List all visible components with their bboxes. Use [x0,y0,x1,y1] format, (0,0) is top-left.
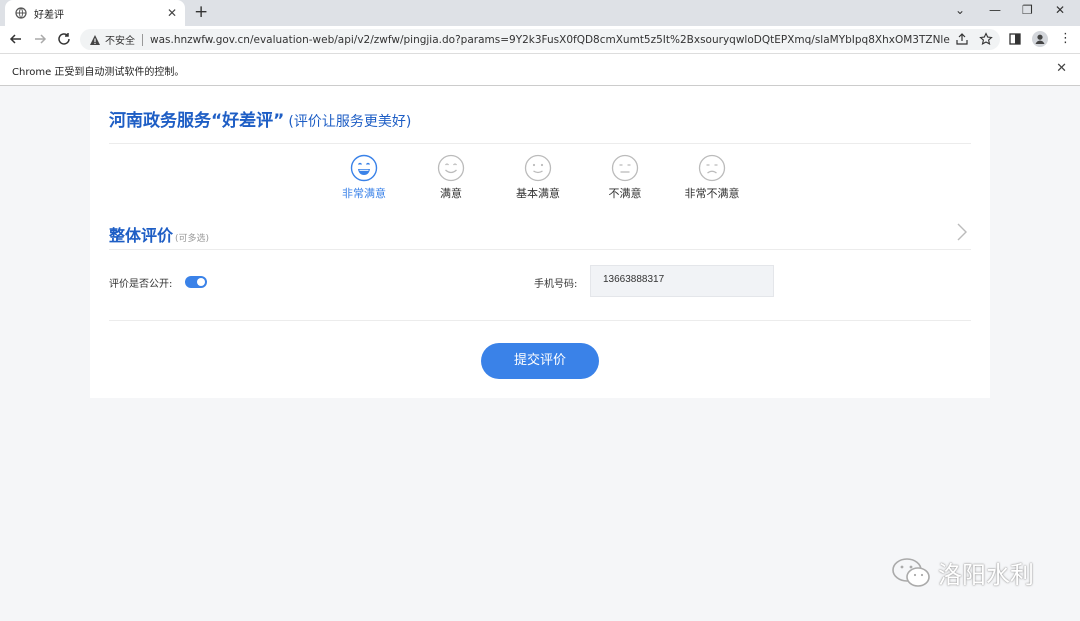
page-title: 河南政务服务“好差评” (评价让服务更美好) [109,106,411,131]
side-panel-icon[interactable] [1008,32,1022,46]
browser-toolbar: 不安全 was.hnzwfw.gov.cn/evaluation-web/api… [0,26,1080,53]
forward-icon[interactable] [32,31,48,47]
very-dissatisfied-face-icon [698,154,726,182]
profile-avatar-icon[interactable] [1032,31,1048,47]
rating-very-satisfied[interactable]: 非常满意 [319,154,409,201]
page-title-text: 河南政务服务“好差评” [109,111,285,131]
back-icon[interactable] [8,31,24,47]
restore-button[interactable]: ❐ [1022,3,1033,17]
omnibox-divider [142,33,143,46]
public-label: 评价是否公开: [109,279,173,290]
rating-dissatisfied[interactable]: 不满意 [580,154,670,201]
rating-label: 不满意 [608,187,642,200]
tab-search-icon[interactable]: ⌄ [955,3,965,17]
toggle-knob [197,278,205,286]
dissatisfied-face-icon [611,154,639,182]
new-tab-button[interactable]: + [194,2,208,22]
rating-very-dissatisfied[interactable]: 非常不满意 [667,154,757,201]
security-label: 不安全 [105,36,135,47]
evaluation-card: 河南政务服务“好差评” (评价让服务更美好) 非常满意 满意 基本满意 不满意 非… [90,86,990,398]
submit-button[interactable]: 提交评价 [481,343,599,379]
url-text[interactable]: was.hnzwfw.gov.cn/evaluation-web/api/v2/… [150,34,950,46]
rating-basic-satisfied[interactable]: 基本满意 [493,154,583,201]
browser-tab[interactable]: 好差评 ✕ [5,0,185,26]
infobar-message: Chrome 正受到自动测试软件的控制。 [12,67,185,78]
close-window-button[interactable]: ✕ [1055,3,1065,17]
very-satisfied-face-icon [350,154,378,182]
page-subtitle: (评价让服务更美好) [288,114,412,130]
address-bar[interactable]: 不安全 was.hnzwfw.gov.cn/evaluation-web/api… [80,29,1000,50]
rating-label: 非常满意 [342,187,386,200]
chevron-right-icon[interactable] [956,223,968,241]
more-menu-icon[interactable]: ⋮ [1059,31,1072,46]
warning-icon [90,34,100,45]
minimize-button[interactable]: — [989,3,1001,17]
rating-label: 满意 [440,187,462,200]
rating-satisfied[interactable]: 满意 [406,154,496,201]
wechat-icon [892,557,930,587]
section-hint: (可多选) [175,234,210,244]
reload-icon[interactable] [56,31,72,47]
share-icon[interactable] [955,32,969,46]
globe-icon [15,7,27,19]
close-tab-icon[interactable]: ✕ [167,6,177,20]
tab-title: 好差评 [34,9,64,21]
section-title-text: 整体评价 [109,226,174,245]
watermark-text: 洛阳水利 [938,561,1034,589]
watermark: 洛阳水利 [890,555,1034,590]
tab-strip: 好差评 ✕ + ⌄ — ❐ ✕ [0,0,1080,26]
divider [109,320,971,321]
section-title: 整体评价 (可多选) [109,222,209,246]
phone-input[interactable]: 13663888317 [590,265,774,297]
phone-label: 手机号码: [534,279,578,290]
rating-label: 非常不满意 [684,187,740,200]
bookmark-star-icon[interactable] [979,32,993,46]
satisfied-face-icon [437,154,465,182]
divider [109,143,971,144]
divider [109,249,971,250]
public-toggle[interactable] [185,276,207,288]
automation-infobar: Chrome 正受到自动测试软件的控制。 ✕ [0,53,1080,86]
basic-satisfied-face-icon [524,154,552,182]
rating-label: 基本满意 [516,187,560,200]
infobar-close-icon[interactable]: ✕ [1056,61,1067,76]
